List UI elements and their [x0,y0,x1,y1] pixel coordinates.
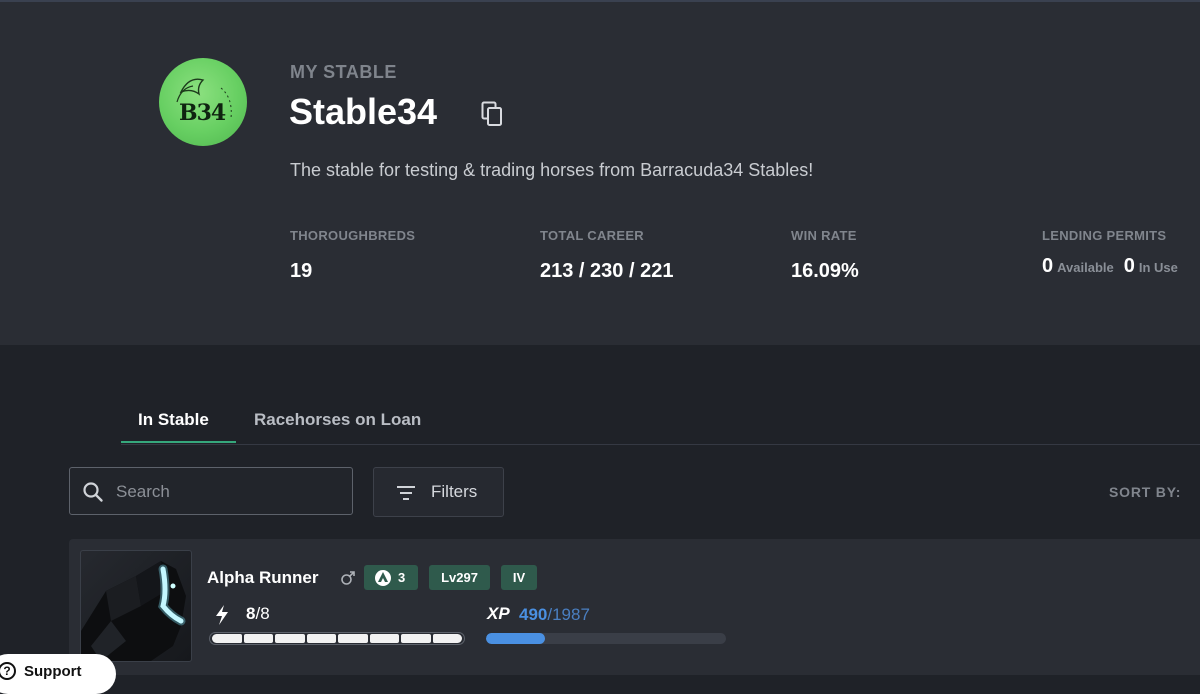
xp-label: XP [487,604,510,623]
stat-label: LENDING PERMITS [1042,228,1167,243]
stat-label: WIN RATE [791,228,857,243]
stat-win-rate: WIN RATE 16.09% [791,228,859,283]
help-icon: ? [0,662,16,680]
sort-by-label[interactable]: SORT BY: [1109,484,1181,500]
xp-values: 490/1987 [519,605,590,625]
energy-segment [369,634,399,643]
horse-name[interactable]: Alpha Runner [207,568,318,588]
rank-value: 3 [398,570,406,585]
energy-segment [432,634,462,643]
xp-max: /1987 [547,605,590,624]
permits-inuse-count: 0 [1123,255,1135,277]
search-icon [83,482,103,502]
gender-male-icon [341,571,355,585]
energy-bar [209,632,465,645]
horse-image [81,561,186,661]
logo-text: B34 [179,100,226,126]
stable-logo: B34 [159,58,247,146]
copy-icon[interactable] [481,101,503,127]
bolt-icon [216,605,228,625]
permits-available-count: 0 [1042,255,1054,277]
rank-icon [375,570,391,586]
filters-label: Filters [431,482,478,501]
permits-values: 0 Available 0 In Use [1042,255,1188,278]
generation-badge: IV [501,565,537,590]
tab-racehorses-on-loan[interactable]: Racehorses on Loan [254,410,421,430]
energy-segment [243,634,273,643]
xp-progress-fill [486,633,546,644]
tab-in-stable[interactable]: In Stable [138,410,209,430]
energy-segment [338,634,368,643]
stat-label: TOTAL CAREER [540,228,644,243]
stat-value: 16.09% [791,260,859,282]
energy-segment [401,634,431,643]
stable-header: B34 MY STABLE Stable34 The stable for te… [0,2,1200,345]
stable-description: The stable for testing & trading horses … [290,160,814,180]
energy-segment [275,634,305,643]
horse-avatar[interactable] [80,550,192,662]
permits-available-label: Available [1057,260,1114,275]
filter-icon [397,486,415,500]
energy-segment [212,634,242,643]
horse-card[interactable] [69,539,1200,675]
stat-total-career: TOTAL CAREER 213 / 230 / 221 [540,228,673,283]
permits-inuse-label: In Use [1138,260,1178,275]
stat-thoroughbreds: THOROUGHBREDS 19 [290,228,415,283]
page-kicker: MY STABLE [290,62,397,82]
stable-tabs: In Stable Racehorses on Loan [121,398,1200,445]
stat-value: 213 / 230 / 221 [540,260,674,282]
level-badge: Lv297 [429,565,490,590]
stat-label: THOROUGHBREDS [290,228,416,243]
search-input[interactable] [114,478,338,506]
stat-lending-permits: LENDING PERMITS 0 Available 0 In Use [1042,228,1188,278]
support-label: Support [24,663,82,680]
filters-button[interactable]: Filters [373,467,504,517]
stable-name: Stable34 [289,91,438,132]
xp-current: 490 [519,605,548,624]
rank-badge: 3 [364,565,418,590]
search-box[interactable] [69,467,353,515]
xp-progress-bar [486,633,726,644]
support-button[interactable]: ? Support [0,654,116,694]
stat-value: 19 [290,260,313,282]
energy-text: 8/8 [246,604,270,624]
energy-segment [306,634,336,643]
energy-max: /8 [255,604,270,623]
active-tab-indicator [121,441,236,443]
